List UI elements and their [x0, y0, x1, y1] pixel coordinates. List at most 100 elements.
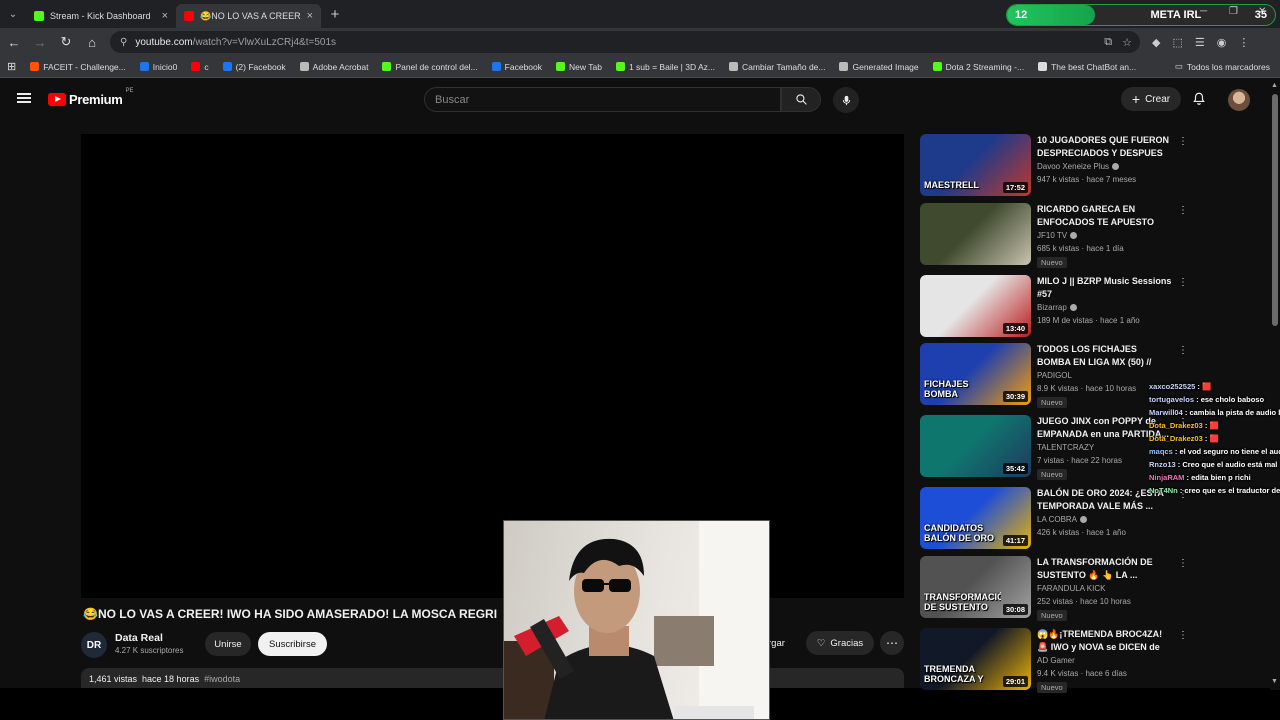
recommended-channel-name[interactable]: LA COBRA	[1037, 515, 1077, 524]
scroll-up-arrow-icon[interactable]: ▲	[1271, 82, 1278, 89]
thanks-button[interactable]: ♡ Gracias	[806, 631, 874, 655]
recommended-channel-name[interactable]: PADIGOL	[1037, 371, 1072, 380]
video-thumbnail[interactable]: MAESTRELL 17:52	[920, 134, 1031, 196]
video-thumbnail[interactable]: FICHAJES BOMBA 30:39	[920, 343, 1031, 405]
bookmark-item[interactable]: Adobe Acrobat	[293, 62, 376, 72]
recommended-channel-name[interactable]: TALENTCRAZY	[1037, 443, 1094, 452]
recommended-video-title[interactable]: LA TRANSFORMACIÓN DE SUSTENTO 🔥 👆 LA ...	[1037, 556, 1172, 582]
chat-username[interactable]: NoT4Nn	[1149, 486, 1178, 495]
window-close-icon[interactable]: ✕	[1258, 6, 1266, 17]
video-thumbnail[interactable]: CANDIDATOS BALÓN DE ORO 41:17	[920, 487, 1031, 549]
recommended-channel-name[interactable]: JF10 TV	[1037, 231, 1067, 240]
video-options-icon[interactable]: ⋮	[1178, 345, 1188, 356]
reload-icon[interactable]: ↻	[54, 30, 78, 54]
scroll-down-arrow-icon[interactable]: ▼	[1271, 678, 1278, 685]
chat-username[interactable]: Rnzo13	[1149, 460, 1176, 469]
create-button[interactable]: + Crear	[1121, 87, 1181, 111]
reading-list-icon[interactable]: ☰	[1195, 36, 1205, 49]
browser-tab[interactable]: Stream - Kick Dashboard ×	[26, 4, 176, 28]
bookmark-item[interactable]: Cambiar Tamaño de...	[722, 62, 832, 72]
recommended-video-title[interactable]: 😱🔥¡TREMENDA BROC4ZA!🚨 IWO y NOVA se DICE…	[1037, 628, 1172, 654]
video-thumbnail[interactable]	[920, 203, 1031, 265]
bookmark-item[interactable]: Inicio0	[133, 62, 185, 72]
search-input[interactable]: Buscar	[424, 87, 781, 112]
hashtag-link[interactable]: #iwodota	[204, 674, 240, 686]
profile-icon[interactable]: ◉	[1217, 36, 1227, 49]
search-button[interactable]	[781, 87, 821, 112]
tab-close-icon[interactable]: ×	[162, 10, 168, 22]
address-bar[interactable]: ⚲ youtube.com/watch?v=VlwXuLzCRj4&t=501s…	[110, 31, 1140, 53]
recommended-channel-name[interactable]: AD Gamer	[1037, 656, 1075, 665]
bookmark-item[interactable]: Facebook	[485, 62, 549, 72]
scrollbar-thumb[interactable]	[1272, 94, 1278, 326]
recommended-channel-name[interactable]: FARANDULA KICK	[1037, 584, 1105, 593]
chat-username[interactable]: NinjaRAM	[1149, 473, 1184, 482]
voice-search-button[interactable]	[833, 87, 859, 113]
video-thumbnail[interactable]: 35:42	[920, 415, 1031, 477]
recommended-channel-name[interactable]: Bizarrap	[1037, 303, 1067, 312]
bookmark-star-icon[interactable]: ☆	[1122, 36, 1132, 49]
bookmark-item[interactable]: The best ChatBot an...	[1031, 62, 1143, 72]
join-button[interactable]: Unirse	[205, 632, 251, 656]
video-thumbnail[interactable]: TRANSFORMACIÓN DE SUSTENTO30:08	[920, 556, 1031, 618]
account-avatar[interactable]	[1228, 89, 1250, 111]
site-info-icon[interactable]: ⚲	[120, 37, 127, 48]
bookmark-item[interactable]: FACEIT - Challenge...	[23, 62, 133, 72]
chat-username[interactable]: maqcs	[1149, 447, 1173, 456]
notifications-button[interactable]	[1192, 91, 1206, 111]
forward-arrow-icon[interactable]: →	[28, 30, 52, 54]
bookmark-item[interactable]: Generated Image	[832, 62, 925, 72]
video-thumbnail[interactable]: TREMENDA BRONCAZA Y ESTA ESTA 29:01	[920, 628, 1031, 690]
recommended-video[interactable]: MAESTRELL 17:52 10 JUGADORES QUE FUERON D…	[920, 134, 1190, 198]
tab-close-icon[interactable]: ×	[307, 10, 313, 22]
browser-menu-icon[interactable]: ⋮	[1238, 36, 1249, 49]
video-options-icon[interactable]: ⋮	[1178, 558, 1188, 569]
video-options-icon[interactable]: ⋮	[1178, 277, 1188, 288]
bookmark-item[interactable]: c	[184, 62, 215, 72]
video-thumbnail[interactable]: 13:40	[920, 275, 1031, 337]
chat-username[interactable]: Dota_Drakez03	[1149, 434, 1203, 443]
extensions-puzzle-icon[interactable]: ⬚	[1172, 36, 1182, 49]
new-tab-button[interactable]: +	[325, 4, 345, 24]
video-options-icon[interactable]: ⋮	[1178, 630, 1188, 641]
bookmark-item[interactable]: New Tab	[549, 62, 609, 72]
recommended-channel-name[interactable]: Davoo Xeneize Plus	[1037, 162, 1109, 171]
all-bookmarks-folder[interactable]: ▭ Todos los marcadores	[1175, 61, 1270, 72]
tab-search-icon[interactable]: ⌄	[0, 0, 26, 28]
recommended-video-title[interactable]: 10 JUGADORES QUE FUERON DESPRECIADOS Y D…	[1037, 134, 1172, 160]
youtube-premium-logo[interactable]: Premium PE	[48, 88, 134, 107]
home-icon[interactable]: ⌂	[80, 30, 104, 54]
chat-username[interactable]: Dota_Drakez03	[1149, 421, 1203, 430]
browser-tab[interactable]: 😂NO LO VAS A CREER! IW ×	[176, 4, 321, 28]
recommended-video-title[interactable]: RICARDO GARECA EN ENFOCADOS TE APUESTO C…	[1037, 203, 1172, 229]
recommended-video[interactable]: TREMENDA BRONCAZA Y ESTA ESTA 29:01 😱🔥¡TR…	[920, 628, 1190, 693]
subscribe-button[interactable]: Suscribirse	[258, 632, 327, 656]
apps-grid-icon[interactable]: ⊞	[0, 60, 23, 73]
recommended-video-title[interactable]: MILO J || BZRP Music Sessions #57	[1037, 275, 1172, 301]
bookmark-item[interactable]: Panel de control del...	[375, 62, 484, 72]
install-app-icon[interactable]: ⧉	[1104, 36, 1112, 49]
bookmark-item[interactable]: 1 sub = Baile | 3D Az...	[609, 62, 722, 72]
recommended-video[interactable]: 13:40 MILO J || BZRP Music Sessions #57 …	[920, 275, 1190, 339]
back-arrow-icon[interactable]: ←	[2, 30, 26, 54]
more-actions-icon[interactable]: ⋯	[880, 631, 904, 655]
chat-username[interactable]: Marwill04	[1149, 408, 1183, 417]
bookmark-item[interactable]: (2) Facebook	[216, 62, 293, 72]
video-options-icon[interactable]: ⋮	[1178, 205, 1188, 216]
recommended-video[interactable]: TRANSFORMACIÓN DE SUSTENTO30:08 LA TRANS…	[920, 556, 1190, 621]
recommended-meta: 426 k vistas · hace 1 año	[1037, 528, 1126, 537]
channel-name[interactable]: Data Real	[115, 632, 163, 644]
chat-username[interactable]: tortugavelos	[1149, 395, 1194, 404]
recommended-video[interactable]: RICARDO GARECA EN ENFOCADOS TE APUESTO C…	[920, 203, 1190, 268]
download-button[interactable]: rgar	[768, 631, 785, 655]
recommended-video-title[interactable]: TODOS LOS FICHAJES BOMBA EN LIGA MX (50)…	[1037, 343, 1172, 369]
chat-username[interactable]: xaxco252525	[1149, 382, 1195, 391]
bookmark-item[interactable]: Dota 2 Streaming -...	[926, 62, 1031, 72]
channel-avatar[interactable]: DR	[81, 632, 107, 658]
extension-diamond-icon[interactable]: ◆	[1152, 36, 1160, 49]
restore-icon[interactable]: ❐	[1229, 6, 1238, 17]
minimize-icon[interactable]: ─	[1200, 6, 1207, 17]
video-player[interactable]	[81, 134, 904, 598]
video-options-icon[interactable]: ⋮	[1178, 136, 1188, 147]
menu-hamburger-icon[interactable]	[17, 93, 31, 103]
